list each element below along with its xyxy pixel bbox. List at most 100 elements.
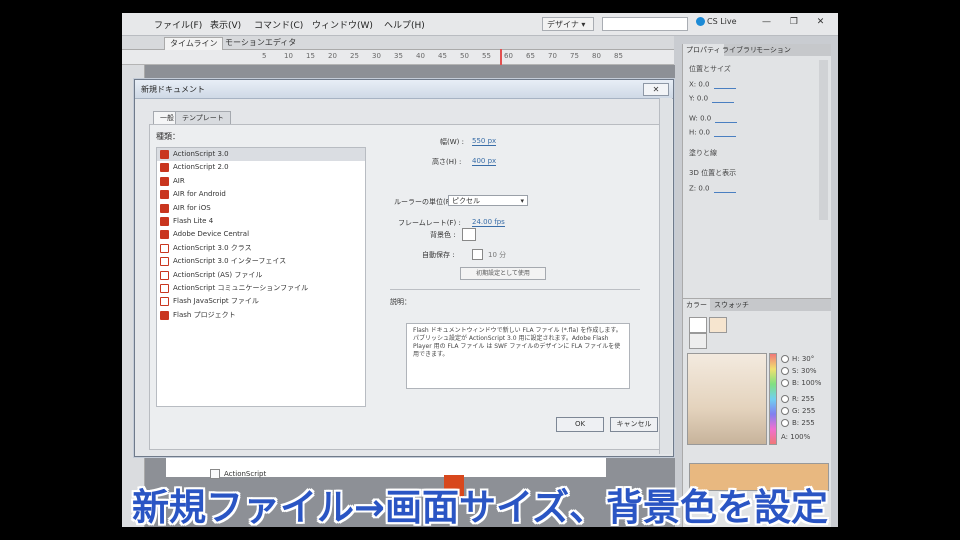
- frame-number: 40: [416, 52, 425, 60]
- tab-timeline[interactable]: タイムライン: [164, 37, 224, 50]
- radio-icon: [781, 367, 789, 375]
- document-type-list: ActionScript 3.0 ActionScript 2.0 AIR AIR f…: [156, 147, 366, 407]
- document-type-icon: [160, 310, 169, 320]
- prop-x[interactable]: X: 0.0: [689, 80, 740, 89]
- subtitle-caption: 新規ファイル→画面サイズ、背景色を設定: [132, 486, 828, 529]
- prop-section-position[interactable]: 位置とサイズ: [689, 64, 731, 74]
- background-color-swatch[interactable]: [462, 228, 476, 241]
- stroke-color-swatch[interactable]: [689, 317, 707, 333]
- document-type-icon: [160, 257, 169, 267]
- dialog-body: 種類： ActionScript 3.0 ActionScript 2.0 AIR A…: [149, 124, 667, 450]
- frame-rate-field[interactable]: 24.00 fps: [472, 218, 505, 227]
- auto-save-checkbox[interactable]: [472, 249, 483, 260]
- document-type-icon: [160, 150, 169, 159]
- tab-motion-editor[interactable]: モーションエディタ: [220, 37, 301, 49]
- auto-save-interval[interactable]: 10 分: [488, 250, 506, 260]
- paint-bucket-icon[interactable]: [689, 333, 707, 349]
- document-type-item[interactable]: ActionScript (AS) ファイル: [157, 269, 365, 282]
- height-field[interactable]: 400 px: [472, 157, 497, 166]
- prop-h[interactable]: H: 0.0: [689, 128, 740, 137]
- document-type-label: ActionScript 3.0 クラス: [173, 243, 252, 252]
- prop-w[interactable]: W: 0.0: [689, 114, 741, 123]
- prop-z[interactable]: Z: 0.0: [689, 184, 740, 193]
- prop-y[interactable]: Y: 0.0: [689, 94, 738, 103]
- document-type-label: ActionScript (AS) ファイル: [173, 270, 263, 279]
- ok-button[interactable]: OK: [556, 417, 604, 432]
- document-type-item[interactable]: ActionScript コミュニケーションファイル: [157, 282, 365, 295]
- document-type-icon: [160, 230, 169, 240]
- prop-x-field[interactable]: [713, 80, 736, 89]
- radio-icon: [781, 379, 789, 387]
- radio-green[interactable]: G: 255: [781, 407, 815, 415]
- properties-scrollbar[interactable]: [819, 60, 828, 220]
- tab-templates[interactable]: テンプレート: [175, 111, 231, 125]
- document-type-item[interactable]: Flash プロジェクト: [157, 309, 365, 322]
- document-type-icon: [160, 190, 169, 200]
- prop-h-field[interactable]: [713, 128, 736, 137]
- radio-saturation[interactable]: S: 30%: [781, 367, 817, 375]
- frame-number: 65: [526, 52, 535, 60]
- flash-app-window: ファイル(F) 表示(V) コマンド(C) ウィンドウ(W) ヘルプ(H) デザ…: [122, 13, 838, 527]
- document-type-item[interactable]: AIR: [157, 175, 365, 188]
- frame-number: 50: [460, 52, 469, 60]
- menu-bar: ファイル(F) 表示(V) コマンド(C) ウィンドウ(W) ヘルプ(H) デザ…: [122, 13, 838, 36]
- document-type-item[interactable]: AIR for iOS: [157, 202, 365, 215]
- menu-commands[interactable]: コマンド(C): [254, 18, 303, 31]
- close-icon[interactable]: ✕: [643, 83, 669, 96]
- prop-z-field[interactable]: [713, 184, 736, 193]
- menu-help[interactable]: ヘルプ(H): [384, 18, 425, 31]
- tab-properties[interactable]: プロパティ: [683, 44, 724, 56]
- document-type-label: AIR for iOS: [173, 203, 211, 212]
- radio-blue[interactable]: B: 255: [781, 419, 815, 427]
- radio-brightness[interactable]: B: 100%: [781, 379, 821, 387]
- cancel-button[interactable]: キャンセル: [610, 417, 658, 432]
- document-type-item[interactable]: Flash Lite 4: [157, 215, 365, 228]
- document-type-item[interactable]: ActionScript 3.0 インターフェイス: [157, 255, 365, 268]
- document-type-item[interactable]: Flash JavaScript ファイル: [157, 295, 365, 308]
- document-type-label: Flash JavaScript ファイル: [173, 297, 259, 306]
- prop-w-field[interactable]: [715, 114, 738, 123]
- search-input[interactable]: [602, 17, 688, 31]
- document-type-icon: [160, 283, 169, 293]
- menu-window[interactable]: ウィンドウ(W): [312, 18, 373, 31]
- prop-section-fill-stroke[interactable]: 塗りと線: [689, 148, 717, 158]
- frame-number: 85: [614, 52, 623, 60]
- radio-red[interactable]: R: 255: [781, 395, 815, 403]
- document-type-item[interactable]: ActionScript 3.0: [157, 148, 365, 162]
- color-tabs: カラー スウォッチ: [683, 299, 831, 311]
- document-type-icon: [160, 243, 169, 253]
- timeline-ruler[interactable]: 5 10 15 20 25 30 35 40 45 50 55 60 65 70 75 80 85: [122, 50, 674, 65]
- radio-icon: [781, 419, 789, 427]
- tab-swatches[interactable]: スウォッチ: [711, 299, 752, 311]
- document-type-item[interactable]: AIR for Android: [157, 188, 365, 201]
- divider: [390, 289, 640, 290]
- hue-slider[interactable]: [769, 353, 777, 445]
- document-type-icon: [160, 297, 169, 307]
- make-default-button[interactable]: 初期設定として使用: [460, 267, 546, 280]
- tab-color[interactable]: カラー: [683, 299, 710, 311]
- document-type-label: Flash Lite 4: [173, 216, 214, 225]
- tab-motion-presets[interactable]: モーション: [753, 44, 794, 56]
- document-type-icon: [160, 270, 169, 280]
- menu-file[interactable]: ファイル(F): [154, 18, 202, 31]
- radio-hue[interactable]: H: 30°: [781, 355, 814, 363]
- ruler-units-select[interactable]: ピクセル ▾: [448, 195, 528, 206]
- document-type-label: ActionScript コミュニケーションファイル: [173, 283, 309, 292]
- width-field[interactable]: 550 px: [472, 137, 497, 146]
- document-type-item[interactable]: ActionScript 3.0 クラス: [157, 242, 365, 255]
- menu-view[interactable]: 表示(V): [210, 18, 241, 31]
- document-type-item[interactable]: Adobe Device Central: [157, 228, 365, 241]
- workspace-switcher[interactable]: デザイナ ▾: [542, 17, 594, 31]
- window-controls[interactable]: — ❐ ✕: [762, 17, 832, 27]
- dialog-titlebar[interactable]: 新規ドキュメント ✕: [135, 80, 673, 99]
- prop-section-3d[interactable]: 3D 位置と表示: [689, 168, 736, 178]
- fill-color-swatch[interactable]: [709, 317, 727, 333]
- document-type-item[interactable]: ActionScript 2.0: [157, 161, 365, 174]
- color-picker-field[interactable]: [687, 353, 767, 445]
- prop-y-field[interactable]: [712, 94, 735, 103]
- dialog-scrollbar[interactable]: [659, 98, 672, 454]
- frame-number: 10: [284, 52, 293, 60]
- alpha-field[interactable]: A: 100%: [781, 433, 810, 441]
- cs-live-button[interactable]: CS Live: [696, 17, 737, 26]
- document-type-icon: [160, 203, 169, 213]
